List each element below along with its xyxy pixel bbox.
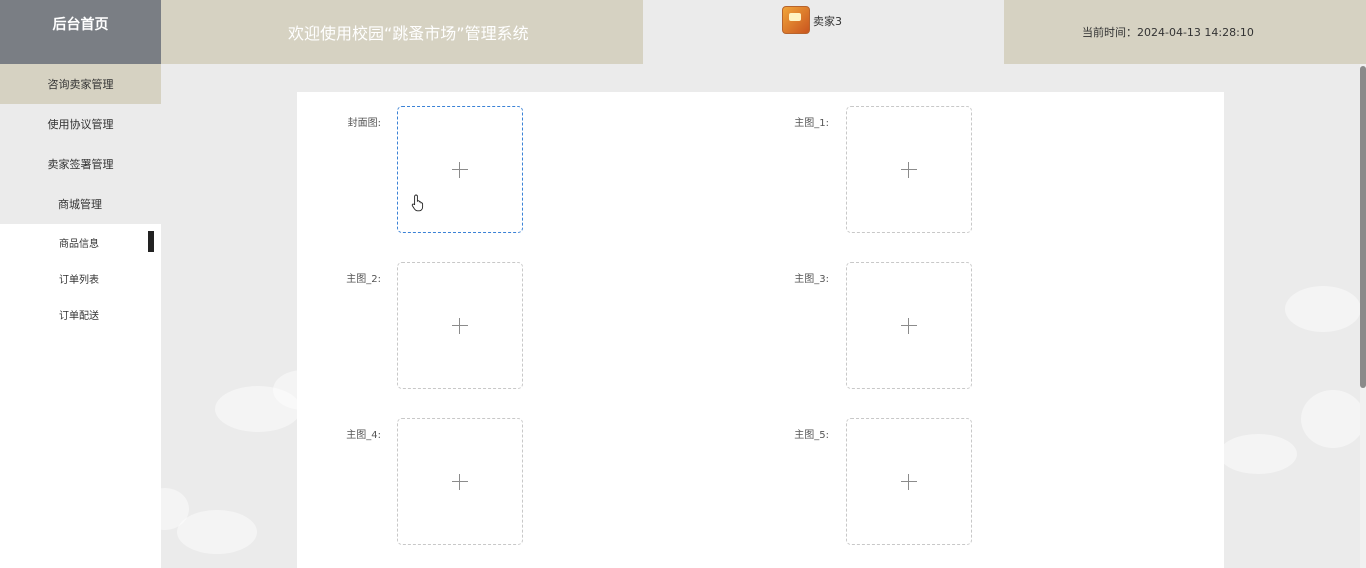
plus-icon xyxy=(901,161,917,178)
field-label-main-5: 主图_5: xyxy=(794,430,829,441)
current-time: 当前时间：2024-04-13 14:28:10 xyxy=(1082,26,1254,39)
upload-main-image-2[interactable] xyxy=(397,262,523,389)
sidebar-subitem-order-list[interactable]: 订单列表 xyxy=(0,260,161,296)
field-label-main-1: 主图_1: xyxy=(794,118,829,129)
system-title-bar: 欢迎使用校园“跳蚤市场”管理系统 xyxy=(161,0,643,64)
background-bubble xyxy=(177,510,257,554)
plus-icon xyxy=(452,473,468,490)
sidebar-item-seller-sign[interactable]: 卖家签署管理 xyxy=(0,144,161,184)
sidebar-subitem-order-delivery[interactable]: 订单配送 xyxy=(0,296,161,332)
sidebar-subitem-label: 商品信息 xyxy=(59,238,99,250)
active-marker xyxy=(148,231,154,252)
sidebar-item-label: 卖家签署管理 xyxy=(47,158,114,171)
image-upload-form: 封面图: 主图_1: 主图_2: 主图_3: 主图_4: 主图_5: xyxy=(297,92,1224,568)
field-label-main-2: 主图_2: xyxy=(346,274,381,285)
sidebar-item-label: 使用协议管理 xyxy=(47,118,114,131)
page-scrollbar[interactable] xyxy=(1360,64,1366,568)
sidebar-item-label: 咨询卖家管理 xyxy=(47,78,114,91)
current-time-bar: 当前时间：2024-04-13 14:28:10 xyxy=(1004,0,1366,64)
hand-cursor-icon xyxy=(411,194,424,212)
sidebar-menu: 咨询卖家管理 使用协议管理 卖家签署管理 商城管理 商品信息 订单列表 订单配送 xyxy=(0,64,161,568)
sidebar-subitem-product-info[interactable]: 商品信息 xyxy=(0,224,161,260)
sidebar-item-mall[interactable]: 商城管理 xyxy=(0,184,161,224)
upload-cover-image[interactable] xyxy=(397,106,523,233)
sidebar-subitem-label: 订单列表 xyxy=(59,274,99,286)
user-info[interactable]: 卖家3 xyxy=(643,0,1004,64)
upload-main-image-4[interactable] xyxy=(397,418,523,545)
upload-main-image-3[interactable] xyxy=(846,262,972,389)
user-avatar-icon[interactable] xyxy=(782,6,810,34)
field-label-main-3: 主图_3: xyxy=(794,274,829,285)
scrollbar-thumb[interactable] xyxy=(1360,66,1366,388)
top-header: 后台首页 欢迎使用校园“跳蚤市场”管理系统 卖家3 当前时间：2024-04-1… xyxy=(0,0,1366,64)
background-bubble xyxy=(1219,434,1297,474)
plus-icon xyxy=(452,161,468,178)
username[interactable]: 卖家3 xyxy=(813,13,842,29)
main-content: 封面图: 主图_1: 主图_2: 主图_3: 主图_4: 主图_5: xyxy=(161,64,1360,568)
field-label-main-4: 主图_4: xyxy=(346,430,381,441)
upload-main-image-5[interactable] xyxy=(846,418,972,545)
background-bubble xyxy=(1301,390,1360,448)
sidebar-item-label: 商城管理 xyxy=(58,198,102,211)
background-bubble xyxy=(1285,286,1360,332)
plus-icon xyxy=(901,473,917,490)
home-link[interactable]: 后台首页 xyxy=(0,0,161,64)
upload-main-image-1[interactable] xyxy=(846,106,972,233)
field-label-cover: 封面图: xyxy=(347,118,381,129)
sidebar-subitem-label: 订单配送 xyxy=(59,310,99,322)
sidebar-item-consult-seller[interactable]: 咨询卖家管理 xyxy=(0,64,161,104)
system-title: 欢迎使用校园“跳蚤市场”管理系统 xyxy=(288,24,529,43)
plus-icon xyxy=(452,317,468,334)
sidebar-item-agreement[interactable]: 使用协议管理 xyxy=(0,104,161,144)
plus-icon xyxy=(901,317,917,334)
